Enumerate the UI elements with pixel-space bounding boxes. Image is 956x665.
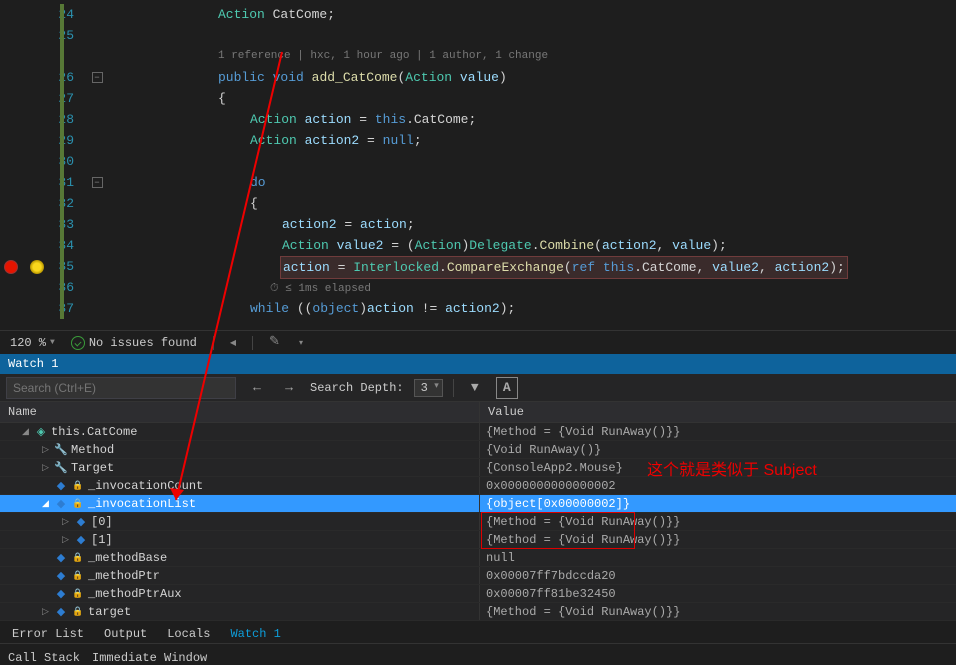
panel-tab[interactable]: Call Stack [8, 651, 80, 665]
annotation-box [481, 512, 635, 549]
element-icon: ◆ [74, 533, 88, 547]
property-icon: 🔧 [54, 443, 68, 457]
watch-name: _methodPtr [88, 569, 160, 583]
issues-indicator[interactable]: No issues found [71, 336, 197, 350]
expander-icon[interactable]: ▷ [40, 463, 51, 473]
watch-row[interactable]: ▷◆[0]{Method = {Void RunAway()}} [0, 513, 956, 531]
editor-status-bar: 120 % ▼ No issues found ◀ ▾ [0, 330, 956, 354]
lock-icon: 🔒 [71, 479, 85, 493]
watch-row[interactable]: ◢◆🔒_invocationList {object[0x00000002]} [0, 495, 956, 513]
watch-toolbar: ← → Search Depth: 3 ▼ A [0, 374, 956, 402]
watch-value: 0x0000000000000002 [480, 479, 956, 493]
watch-name: _methodBase [88, 551, 167, 565]
watch-row[interactable]: ◆🔒_methodPtr 0x00007ff7bdccda20 [0, 567, 956, 585]
code-line[interactable]: Action action = this.CatCome; [122, 109, 956, 130]
lock-icon: 🔒 [71, 497, 85, 511]
watch-name: target [88, 605, 131, 619]
codelens[interactable]: 1 reference | hxc, 1 hour ago | 1 author… [122, 46, 956, 67]
depth-label: Search Depth: [310, 381, 404, 395]
nav-right-icon[interactable]: → [278, 377, 300, 399]
code-line[interactable]: public void add_CatCome(Action value) [122, 67, 956, 88]
code-line[interactable]: Action CatCome; [122, 4, 956, 25]
code-line[interactable]: do [122, 172, 956, 193]
watch-name: _invocationCount [88, 479, 203, 493]
property-icon: 🔧 [54, 461, 68, 475]
expander-icon[interactable]: ◢ [40, 499, 51, 509]
code-line[interactable]: ⏱ ≤ 1ms elapsed [122, 277, 956, 298]
variable-icon: ◈ [34, 425, 48, 439]
watch-name: Target [71, 461, 114, 475]
field-icon: ◆ [54, 497, 68, 511]
code-line[interactable]: { [122, 88, 956, 109]
watch-row[interactable]: ◆🔒_methodPtrAux 0x00007ff81be32450 [0, 585, 956, 603]
watch-value: 0x00007ff7bdccda20 [480, 569, 956, 583]
panel-tab[interactable]: Immediate Window [92, 651, 207, 665]
expander-icon[interactable]: ▷ [60, 517, 71, 527]
code-line[interactable]: while ((object)action != action2); [122, 298, 956, 319]
watch-panel-title: Watch 1 [0, 354, 956, 374]
bottom-tab-strip-1: Error List Output Locals Watch 1 [0, 621, 956, 643]
lightbulb-icon[interactable] [30, 260, 44, 274]
watch-value: {Method = {Void RunAway()}} [480, 605, 956, 619]
code-line[interactable]: Action action2 = null; [122, 130, 956, 151]
lock-icon: 🔒 [71, 587, 85, 601]
code-line[interactable]: Action value2 = (Action)Delegate.Combine… [122, 235, 956, 256]
watch-name: this.CatCome [51, 425, 137, 439]
collapse-toggle[interactable]: − [92, 72, 103, 83]
panel-tab[interactable]: Locals [163, 625, 214, 643]
col-header-name[interactable]: Name [0, 402, 480, 422]
code-line[interactable] [122, 151, 956, 172]
watch-name: [1] [91, 533, 113, 547]
expander-icon[interactable]: ▷ [40, 607, 51, 617]
watch-row[interactable]: ◢◈this.CatCome {Method = {Void RunAway()}… [0, 423, 956, 441]
watch-value: 0x00007ff81be32450 [480, 587, 956, 601]
watch-search-input[interactable] [6, 377, 236, 399]
check-icon [71, 336, 85, 350]
lock-icon: 🔒 [71, 605, 85, 619]
watch-row[interactable]: ▷◆🔒target {Method = {Void RunAway()}} [0, 603, 956, 621]
watch-value: {Void RunAway()} [480, 443, 956, 457]
lock-icon: 🔒 [71, 551, 85, 565]
watch-row[interactable]: ◆🔒_methodBase null [0, 549, 956, 567]
nav-left-icon[interactable]: ← [246, 377, 268, 399]
watch-name: Method [71, 443, 114, 457]
code-line[interactable]: action2 = action; [122, 214, 956, 235]
watch-value: null [480, 551, 956, 565]
watch-name: _methodPtrAux [88, 587, 182, 601]
bottom-tab-strip-2: Call Stack Immediate Window [0, 643, 956, 665]
expander-icon[interactable]: ▷ [40, 445, 51, 455]
panel-tab[interactable]: Output [100, 625, 151, 643]
col-header-value[interactable]: Value [480, 402, 956, 422]
annotation-text: 这个就是类似于 Subject [647, 456, 817, 480]
breakpoint-icon[interactable] [4, 260, 18, 274]
code-line[interactable] [122, 25, 956, 46]
field-icon: ◆ [54, 605, 68, 619]
field-icon: ◆ [54, 479, 68, 493]
expander-icon[interactable]: ▷ [60, 535, 71, 545]
panel-tab[interactable]: Watch 1 [226, 625, 284, 643]
watch-grid-header: Name Value [0, 402, 956, 423]
element-icon: ◆ [74, 515, 88, 529]
code-line[interactable]: action = Interlocked.CompareExchange(ref… [122, 256, 956, 277]
text-a-icon[interactable]: A [496, 377, 518, 399]
pen-icon[interactable] [269, 336, 283, 350]
watch-name: _invocationList [88, 497, 196, 511]
field-icon: ◆ [54, 551, 68, 565]
filter-icon[interactable]: ▼ [464, 377, 486, 399]
zoom-dropdown[interactable]: 120 % ▼ [10, 336, 55, 350]
watch-row[interactable]: ▷◆[1]{Method = {Void RunAway()}} [0, 531, 956, 549]
depth-dropdown[interactable]: 3 [414, 379, 443, 397]
field-icon: ◆ [54, 587, 68, 601]
field-icon: ◆ [54, 569, 68, 583]
expander-icon[interactable]: ◢ [20, 427, 31, 437]
lock-icon: 🔒 [71, 569, 85, 583]
watch-value: {Method = {Void RunAway()}} [480, 425, 956, 439]
watch-value: {object[0x00000002]} [480, 497, 956, 511]
panel-tab[interactable]: Error List [8, 625, 88, 643]
code-line[interactable]: { [122, 193, 956, 214]
collapse-toggle[interactable]: − [92, 177, 103, 188]
watch-name: [0] [91, 515, 113, 529]
